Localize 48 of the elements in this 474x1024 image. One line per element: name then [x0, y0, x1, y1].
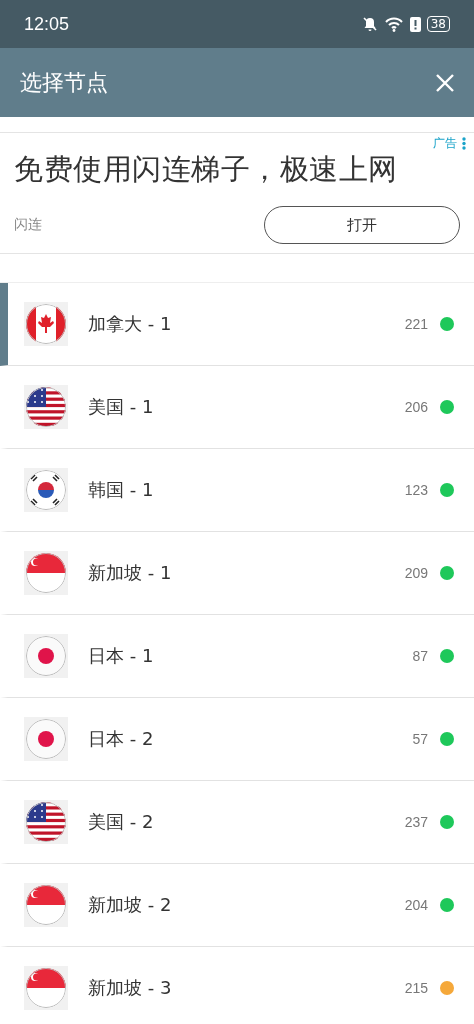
muted-bell-icon: [361, 16, 378, 32]
node-row[interactable]: 新加坡 - 2 204: [0, 864, 474, 947]
crescent-flag-icon: [24, 551, 68, 595]
node-name: 新加坡 - 2: [88, 893, 173, 917]
node-name: 美国 - 2: [88, 810, 155, 834]
node-row[interactable]: 加拿大 - 1 221: [0, 283, 474, 366]
latency-value: 123: [404, 482, 428, 498]
node-row[interactable]: 美国 - 1 206: [0, 366, 474, 449]
node-row[interactable]: 新加坡 - 1 209: [0, 532, 474, 615]
latency-value: 206: [404, 399, 428, 415]
crescent-flag-icon: [24, 883, 68, 927]
node-name: 韩国 - 1: [88, 478, 155, 502]
node-row[interactable]: 日本 - 1 87: [0, 615, 474, 698]
close-icon[interactable]: [436, 73, 454, 92]
crescent-flag-icon: [24, 966, 68, 1010]
latency-value: 57: [412, 731, 428, 747]
node-name: 美国 - 1: [88, 395, 155, 419]
node-row[interactable]: 日本 - 2 57: [0, 698, 474, 781]
node-row[interactable]: 韩国 - 1 123: [0, 449, 474, 532]
alert-icon: [409, 16, 421, 32]
latency-value: 204: [404, 897, 428, 913]
node-name: 新加坡 - 1: [88, 561, 173, 585]
node-row[interactable]: 美国 - 2 237: [0, 781, 474, 864]
node-row[interactable]: 新加坡 - 3 215: [0, 947, 474, 1024]
ad-headline: 免费使用闪连梯子，极速上网: [14, 151, 399, 188]
latency-value: 209: [404, 565, 428, 581]
battery-indicator: 38: [426, 16, 450, 32]
open-button[interactable]: 打开: [264, 206, 460, 244]
disc-flag-icon: [24, 717, 68, 761]
more-icon[interactable]: [462, 137, 466, 150]
ad-brand: 闪连: [14, 216, 42, 234]
dialog-title: 选择节点: [20, 68, 108, 97]
node-name: 加拿大 - 1: [88, 312, 173, 336]
node-name: 日本 - 1: [88, 644, 155, 668]
latency-value: 87: [412, 648, 428, 664]
taegeuk-flag-icon: [24, 468, 68, 512]
maple-leaf-flag-icon: [24, 302, 68, 346]
disc-flag-icon: [24, 634, 68, 678]
latency-value: 237: [404, 814, 428, 830]
wifi-icon: [383, 16, 404, 32]
node-name: 新加坡 - 3: [88, 976, 173, 1000]
latency-value: 215: [404, 980, 428, 996]
ad-label: 广告: [433, 135, 457, 152]
latency-value: 221: [404, 316, 428, 332]
stars-stripes-flag-icon: [24, 800, 68, 844]
clock-time: 12:05: [24, 13, 70, 35]
stars-stripes-flag-icon: [24, 385, 68, 429]
node-name: 日本 - 2: [88, 727, 155, 751]
